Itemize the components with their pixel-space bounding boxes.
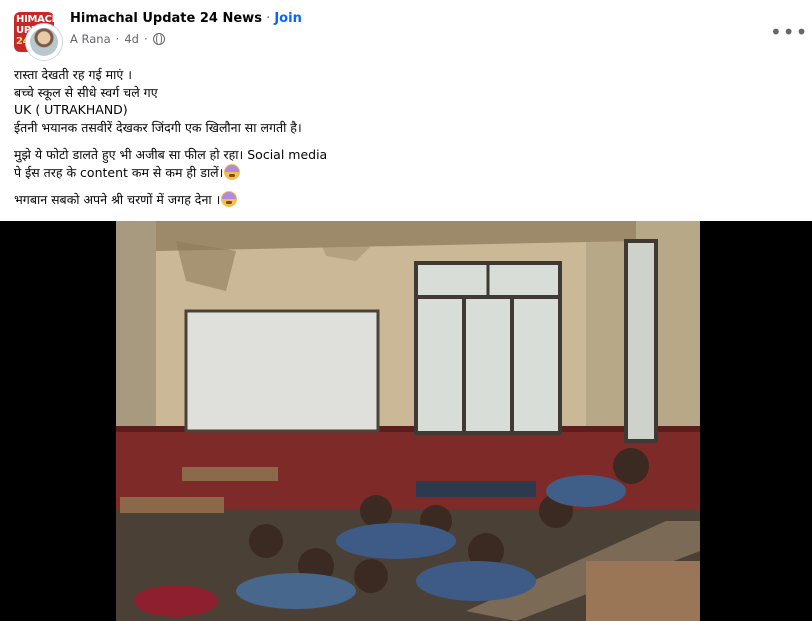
post-line-text: पे ईस तरह के content कम से कम ही डालें।	[14, 164, 224, 180]
meta-separator: ·	[115, 32, 120, 46]
author-avatar[interactable]	[26, 24, 62, 60]
join-button[interactable]: Join	[274, 11, 301, 26]
post-line: रास्ता देखती रह गई माएं ।	[14, 67, 132, 82]
meta-separator-2: ·	[143, 32, 148, 46]
author-name-link[interactable]: A Rana	[70, 32, 111, 46]
post-photo[interactable]	[116, 221, 700, 621]
post-line-with-emoji: पे ईस तरह के content कम से कम ही डालें।	[14, 163, 804, 182]
post-line: UK ( UTRAKHAND)	[14, 102, 128, 117]
post-paragraph-3: भगबान सबको अपने श्री चरणों में जगह देना …	[14, 191, 804, 209]
post-photo-container[interactable]	[0, 221, 812, 621]
sad-face-emoji	[224, 163, 241, 180]
post-text: रास्ता देखती रह गई माएं । बच्चे स्कूल से…	[14, 66, 804, 219]
meta-line: A Rana · 4d ·	[70, 32, 165, 46]
post-line: मुझे ये फोटो डालते हुए भी अजीब सा फील हो…	[14, 147, 328, 162]
post-line: बच्चे स्कूल से सीधे स्वर्ग चले गए	[14, 84, 158, 100]
group-name-link[interactable]: Himachal Update 24 News	[70, 11, 262, 26]
post-line-text: भगबान सबको अपने श्री चरणों में जगह देना …	[14, 192, 221, 207]
post-header: HIMACH UPDA 24 Himachal Update 24 News ·…	[0, 0, 812, 60]
globe-icon	[152, 32, 165, 45]
title-line: Himachal Update 24 News · Join	[70, 11, 302, 26]
logo-text-1: HIMACH	[16, 14, 54, 25]
sad-face-emoji	[221, 191, 238, 207]
post-paragraph-1: रास्ता देखती रह गई माएं । बच्चे स्कूल से…	[14, 66, 804, 136]
post-paragraph-2: मुझे ये फोटो डालते हुए भी अजीब सा फील हो…	[14, 146, 804, 181]
timestamp-link[interactable]: 4d	[124, 32, 139, 46]
title-separator: ·	[261, 11, 275, 26]
post-line-with-emoji: भगबान सबको अपने श्री चरणों में जगह देना …	[14, 191, 804, 209]
avatar-group[interactable]: HIMACH UPDA 24	[14, 12, 62, 60]
more-options-button[interactable]: •••	[770, 22, 808, 42]
post-line: ईतनी भयानक तसवीरें देखकर जिंदगी एक खिलौन…	[14, 119, 302, 135]
